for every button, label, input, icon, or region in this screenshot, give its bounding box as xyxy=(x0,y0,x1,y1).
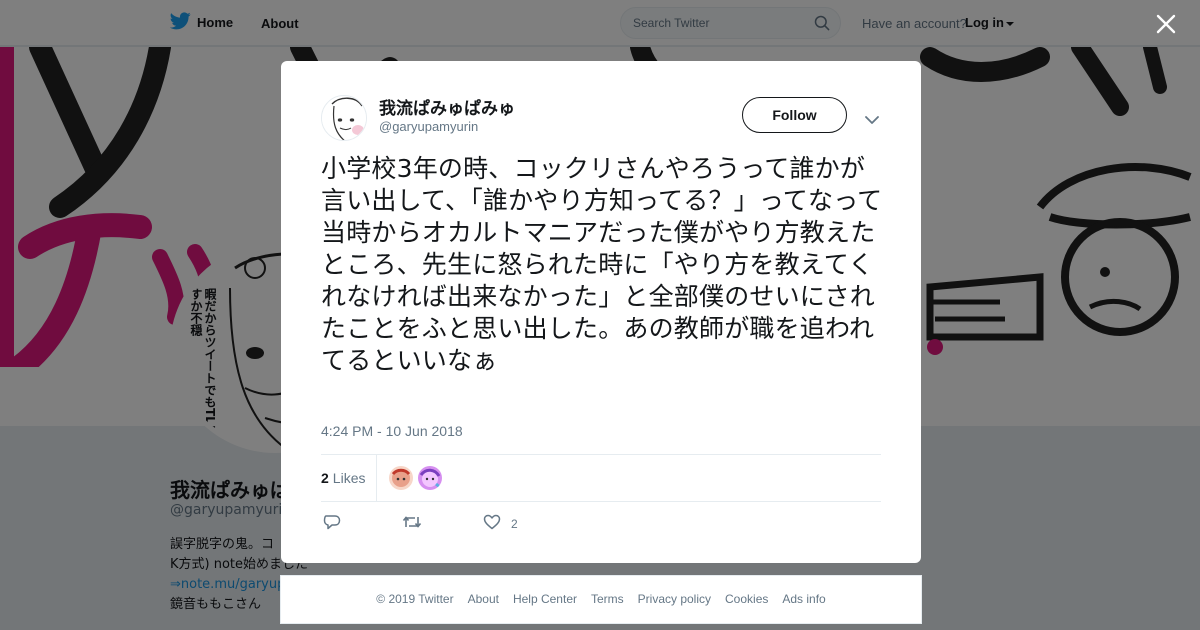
footer-link-ads-info[interactable]: Ads info xyxy=(782,592,825,606)
close-icon[interactable] xyxy=(1155,13,1177,35)
stats-divider xyxy=(376,455,377,501)
tweet-author-avatar[interactable] xyxy=(321,95,367,141)
footer-link-about[interactable]: About xyxy=(468,592,499,606)
page-footer: © 2019 Twitter About Help Center Terms P… xyxy=(280,575,922,624)
liker-avatar[interactable] xyxy=(418,466,442,490)
heart-icon xyxy=(483,514,501,533)
likes-stat[interactable]: 2 Likes xyxy=(321,470,365,486)
like-count: 2 xyxy=(511,516,518,531)
likes-label: Likes xyxy=(332,470,366,486)
footer-link-privacy[interactable]: Privacy policy xyxy=(638,592,711,606)
footer-link-terms[interactable]: Terms xyxy=(591,592,624,606)
tweet-modal: 我流ぱみゅぱみゅ @garyupamyurin Follow 小学校3年の時、コ… xyxy=(281,61,921,563)
retweet-button[interactable] xyxy=(402,514,422,533)
like-button[interactable]: 2 xyxy=(483,514,518,533)
footer-link-cookies[interactable]: Cookies xyxy=(725,592,768,606)
footer-links: © 2019 Twitter About Help Center Terms P… xyxy=(281,592,921,606)
tweet-stats: 2 Likes xyxy=(321,454,881,502)
liker-avatar[interactable] xyxy=(389,466,413,490)
likes-count: 2 xyxy=(321,470,329,486)
footer-copyright: © 2019 Twitter xyxy=(376,592,454,606)
follow-button[interactable]: Follow xyxy=(742,97,847,133)
reply-button[interactable] xyxy=(323,514,341,533)
tweet-text: 小学校3年の時、コックリさんやろうって誰かが言い出して、「誰かやり方知ってる？」… xyxy=(321,154,883,375)
footer-link-help-center[interactable]: Help Center xyxy=(513,592,577,606)
tweet-avatar-illustration xyxy=(322,96,366,140)
tweet-actions: 2 xyxy=(321,514,881,536)
retweet-icon xyxy=(402,514,422,533)
tweet-author-name[interactable]: 我流ぱみゅぱみゅ xyxy=(379,94,515,119)
tweet-author-handle[interactable]: @garyupamyurin xyxy=(379,119,478,134)
tweet-timestamp[interactable]: 4:24 PM - 10 Jun 2018 xyxy=(321,423,463,439)
reply-icon xyxy=(323,514,341,533)
chevron-down-icon[interactable] xyxy=(865,110,879,129)
